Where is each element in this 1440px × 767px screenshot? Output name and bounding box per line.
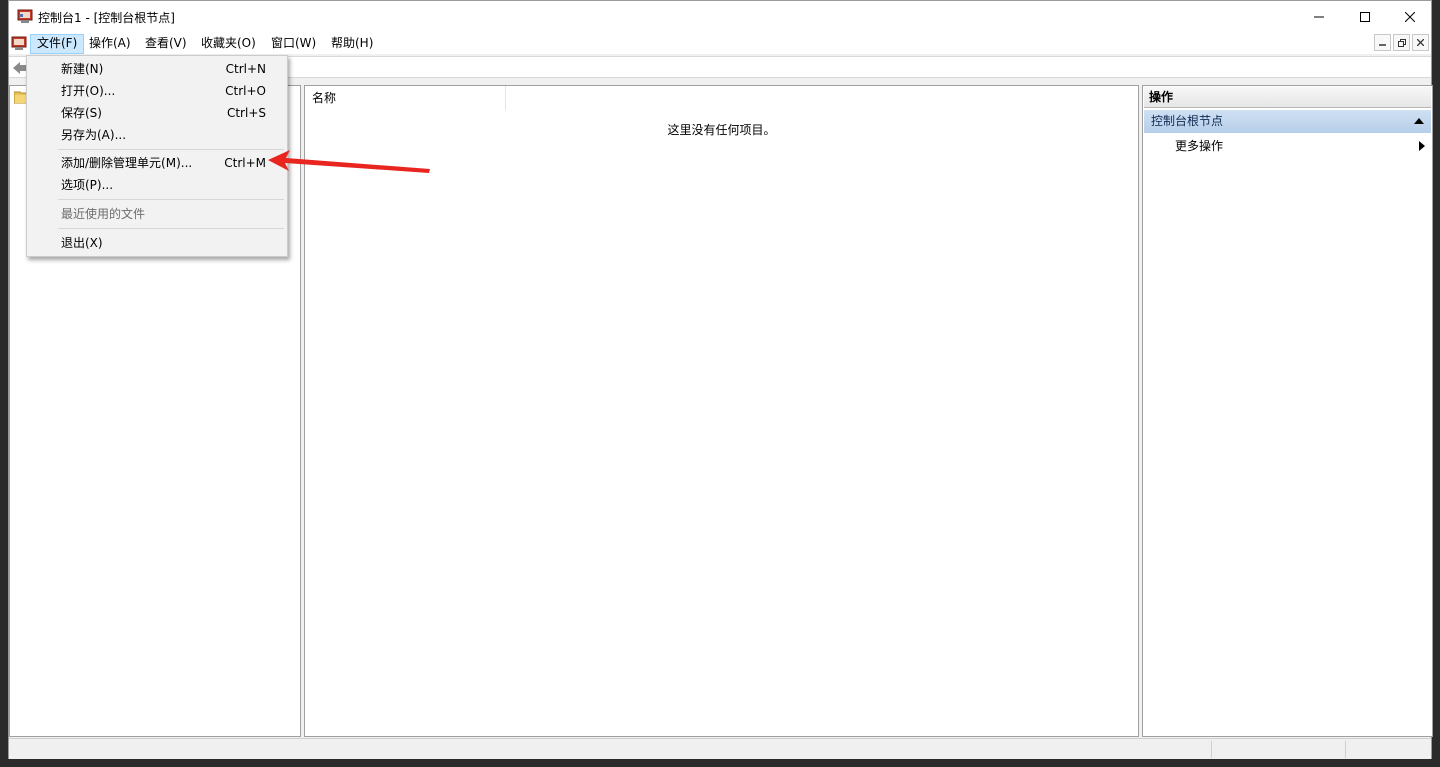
mmc-console-icon[interactable] [11, 35, 27, 51]
menu-item-label: 添加/删除管理单元(M)... [61, 156, 193, 170]
menu-item-shortcut: Ctrl+S [226, 106, 266, 120]
close-button[interactable] [1387, 1, 1433, 32]
menu-view[interactable]: 查看(V) [139, 34, 193, 54]
minimize-icon [1314, 16, 1324, 17]
status-divider [1211, 741, 1212, 758]
actions-header: 操作 [1144, 87, 1431, 108]
maximize-icon [1360, 11, 1370, 22]
more-actions-label: 更多操作 [1175, 139, 1224, 153]
title-bar: 控制台1 - [控制台根节点] [9, 1, 1431, 32]
menu-separator [58, 149, 284, 150]
menu-help[interactable]: 帮助(H) [325, 34, 379, 54]
menu-item-new[interactable]: 新建(N) Ctrl+N [30, 58, 284, 80]
menu-item-label: 退出(X) [61, 236, 103, 250]
actions-group-console-root[interactable]: 控制台根节点 [1144, 110, 1431, 133]
menu-item-label: 最近使用的文件 [61, 207, 146, 221]
menu-item-options[interactable]: 选项(P)... [30, 174, 284, 196]
column-header-name[interactable]: 名称 [305, 86, 506, 110]
collapse-up-icon[interactable] [1414, 118, 1424, 124]
menu-bar: 文件(F) 操作(A) 查看(V) 收藏夹(O) 窗口(W) 帮助(H) [9, 32, 1431, 54]
menu-item-save-as[interactable]: 另存为(A)... [30, 124, 284, 146]
menu-item-open[interactable]: 打开(O)... Ctrl+O [30, 80, 284, 102]
actions-pane: 操作 控制台根节点 更多操作 [1142, 85, 1433, 737]
menu-item-add-remove-snapin[interactable]: 添加/删除管理单元(M)... Ctrl+M [30, 152, 284, 174]
menu-item-label: 另存为(A)... [61, 128, 127, 142]
more-actions-item[interactable]: 更多操作 [1144, 135, 1431, 157]
menu-item-shortcut: Ctrl+M [224, 156, 266, 170]
menu-item-recent-files: 最近使用的文件 [30, 203, 284, 225]
status-bar [9, 738, 1431, 759]
maximize-button[interactable] [1342, 1, 1388, 32]
mdi-controls [1374, 34, 1429, 51]
menu-item-label: 保存(S) [61, 106, 102, 120]
menu-action[interactable]: 操作(A) [83, 34, 137, 54]
restore-icon [1397, 38, 1406, 47]
menu-item-label: 打开(O)... [61, 84, 116, 98]
menu-item-shortcut: Ctrl+N [225, 62, 266, 76]
result-list-pane: 名称 这里没有任何项目。 [304, 85, 1139, 737]
menu-item-save[interactable]: 保存(S) Ctrl+S [30, 102, 284, 124]
menu-favorites[interactable]: 收藏夹(O) [195, 34, 262, 54]
close-icon [1417, 39, 1424, 46]
file-menu-dropdown: 新建(N) Ctrl+N 打开(O)... Ctrl+O 保存(S) Ctrl+… [26, 55, 288, 257]
window-title: 控制台1 - [控制台根节点] [38, 11, 175, 25]
mdi-minimize-button[interactable] [1374, 34, 1391, 51]
actions-group-title: 控制台根节点 [1151, 114, 1224, 128]
menu-window[interactable]: 窗口(W) [265, 34, 322, 54]
menu-separator [58, 228, 284, 229]
mdi-close-button[interactable] [1412, 34, 1429, 51]
minimize-icon [1379, 44, 1386, 46]
close-icon [1405, 11, 1415, 22]
submenu-arrow-icon [1419, 141, 1425, 151]
menu-separator [58, 199, 284, 200]
annotation-arrow-icon [268, 150, 430, 173]
status-divider [1345, 741, 1346, 758]
menu-item-shortcut: Ctrl+O [225, 84, 266, 98]
minimize-button[interactable] [1296, 1, 1342, 32]
menu-item-exit[interactable]: 退出(X) [30, 232, 284, 254]
menu-item-label: 新建(N) [61, 62, 104, 76]
menu-file[interactable]: 文件(F) [30, 34, 85, 54]
mmc-console-icon [17, 9, 33, 23]
menu-item-label: 选项(P)... [61, 178, 114, 192]
empty-list-message: 这里没有任何项目。 [667, 123, 776, 137]
mdi-restore-button[interactable] [1393, 34, 1410, 51]
